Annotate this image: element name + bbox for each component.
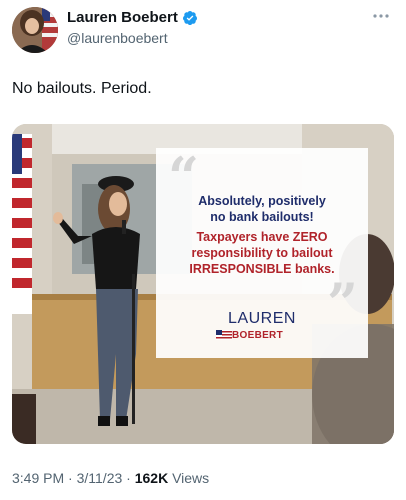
quote-card: “ Absolutely, positively no bank bailout… (156, 148, 368, 358)
more-options-icon[interactable] (372, 12, 390, 20)
tweet-date[interactable]: 3/11/23 (77, 470, 123, 486)
quote-line-2: no bank bailouts! (210, 210, 314, 224)
tweet-text: No bailouts. Period. (12, 80, 152, 97)
meta-separator: · (68, 470, 73, 486)
avatar[interactable] (12, 7, 58, 53)
quote-red-line-2: responsibility to bailout (191, 246, 333, 260)
author-name-row: Lauren Boebert (67, 9, 198, 26)
logo-last-name: BOEBERT (232, 330, 283, 341)
verified-badge-icon (182, 10, 197, 25)
flag-logo-icon (216, 330, 232, 340)
quote-line-1: Absolutely, positively (198, 194, 326, 208)
meta-separator: · (126, 470, 131, 486)
logo-first-name: LAUREN (228, 310, 296, 327)
tweet-time[interactable]: 3:49 PM (12, 470, 64, 486)
views-count[interactable]: 162K (135, 470, 168, 486)
tweet-meta: 3:49 PM · 3/11/23 · 162K Views (12, 470, 209, 486)
views-label: Views (172, 470, 210, 486)
tweet-media-image[interactable]: “ Absolutely, positively no bank bailout… (12, 124, 394, 444)
author-display-name[interactable]: Lauren Boebert (67, 9, 178, 26)
quote-red-line-1: Taxpayers have ZERO (196, 230, 328, 244)
author-handle[interactable]: @laurenboebert (67, 30, 168, 46)
